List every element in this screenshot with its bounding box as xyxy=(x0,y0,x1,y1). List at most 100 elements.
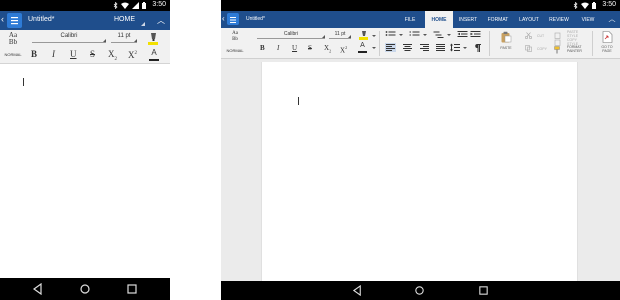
wifi-icon xyxy=(121,2,129,9)
subscript-button[interactable]: X2 xyxy=(108,48,117,62)
status-bar: 3:50 xyxy=(221,0,620,11)
back-chevron-icon[interactable]: ‹ xyxy=(1,14,4,24)
font-size-value: 11 pt xyxy=(334,31,346,37)
go-to-page-label: GO TO PAGE xyxy=(601,45,613,53)
style-gallery-button[interactable]: Aa Bb NORMAL xyxy=(224,31,246,57)
align-center-icon[interactable] xyxy=(402,43,413,52)
collapse-ribbon-icon[interactable]: ︿ xyxy=(604,11,620,28)
increase-indent-icon[interactable] xyxy=(470,30,481,39)
ribbon: Aa Bb NORMAL Calibri 11 pt B I U S X2 X2… xyxy=(221,28,620,59)
copy-label: COPY xyxy=(537,47,547,51)
font-color-button[interactable]: A xyxy=(358,42,367,53)
paste-button[interactable]: PASTE xyxy=(497,31,515,50)
highlight-pen-icon[interactable] xyxy=(358,31,370,40)
font-color-button[interactable]: A xyxy=(149,48,159,61)
paste-style-icon[interactable] xyxy=(554,32,561,39)
align-left-icon[interactable] xyxy=(385,43,396,52)
cut-icon[interactable] xyxy=(525,32,532,39)
multilevel-list-dropdown-icon[interactable] xyxy=(447,34,451,36)
tab-file[interactable]: FILE xyxy=(399,11,421,28)
line-spacing-icon[interactable] xyxy=(450,43,461,52)
ribbon: Aa Bb NORMAL Calibri 11 pt B I U S X2 X2… xyxy=(0,30,170,64)
bluetooth-icon xyxy=(573,2,578,9)
paragraph-marks-icon[interactable] xyxy=(472,43,483,52)
status-time: 3:50 xyxy=(152,1,166,8)
back-chevron-icon[interactable]: ‹ xyxy=(222,14,225,23)
go-to-page-button[interactable]: GO TO PAGE xyxy=(597,31,617,53)
status-time: 3:50 xyxy=(602,1,616,8)
font-size-value: 11 pt xyxy=(117,33,131,39)
nav-recents-icon[interactable] xyxy=(478,285,490,297)
text-cursor xyxy=(298,97,299,105)
font-name-dropdown[interactable]: Calibri xyxy=(257,31,325,39)
paste-label: PASTE xyxy=(500,46,512,50)
document-title[interactable]: Untitled* xyxy=(28,16,54,23)
text-cursor xyxy=(23,78,24,86)
style-name: NORMAL xyxy=(226,48,244,53)
tab-home[interactable]: HOME xyxy=(425,11,453,28)
superscript-button[interactable]: X2 xyxy=(340,43,347,54)
justify-icon[interactable] xyxy=(435,43,446,52)
italic-button[interactable]: I xyxy=(277,43,279,53)
tab-insert[interactable]: INSERT xyxy=(456,11,480,28)
font-size-dropdown[interactable]: 11 pt xyxy=(329,31,351,39)
superscript-button[interactable]: X2 xyxy=(128,48,137,60)
decrease-indent-icon[interactable] xyxy=(457,30,468,39)
style-preview: Aa Bb xyxy=(8,31,18,46)
android-nav-bar xyxy=(0,278,170,300)
multilevel-list-icon[interactable] xyxy=(433,30,444,39)
copy-style-icon[interactable] xyxy=(554,39,561,46)
font-color-dropdown-icon[interactable] xyxy=(372,47,376,49)
document-menu-icon[interactable] xyxy=(227,13,239,25)
wifi-icon xyxy=(581,2,589,9)
tab-view[interactable]: VIEW xyxy=(577,11,599,28)
nav-home-icon[interactable] xyxy=(79,283,91,295)
dropdown-corner-icon xyxy=(141,22,145,26)
align-right-icon[interactable] xyxy=(419,43,430,52)
app-bar: ‹ Untitled* HOME ︿ xyxy=(0,11,170,30)
nav-back-icon[interactable] xyxy=(352,285,364,297)
bold-button[interactable]: B xyxy=(260,43,265,53)
copy-icon[interactable] xyxy=(525,45,532,52)
battery-icon xyxy=(592,2,596,9)
font-size-dropdown[interactable]: 11 pt xyxy=(111,33,137,43)
app-bar: ‹ Untitled* FILE HOME INSERT FORMAT LAYO… xyxy=(221,11,620,28)
numbered-list-icon[interactable] xyxy=(409,30,420,39)
font-name-dropdown[interactable]: Calibri xyxy=(32,33,106,43)
bulleted-list-icon[interactable] xyxy=(385,30,396,39)
tab-format[interactable]: FORMAT xyxy=(485,11,511,28)
style-gallery-button[interactable]: Aa Bb NORMAL xyxy=(1,32,25,62)
italic-button[interactable]: I xyxy=(52,48,55,60)
format-painter-icon[interactable] xyxy=(554,46,562,54)
bulleted-list-dropdown-icon[interactable] xyxy=(399,34,403,36)
ribbon-tab-selector[interactable]: HOME xyxy=(114,16,135,23)
highlight-pen-icon[interactable] xyxy=(146,32,160,45)
nav-home-icon[interactable] xyxy=(414,285,426,297)
strikethrough-button[interactable]: S xyxy=(90,48,95,60)
subscript-button[interactable]: X2 xyxy=(324,43,331,53)
phone-screen: 3:50 ‹ Untitled* HOME ︿ Aa Bb NORMAL Cal… xyxy=(0,0,170,300)
tab-review[interactable]: REVIEW xyxy=(546,11,572,28)
style-name: NORMAL xyxy=(4,52,22,57)
tab-layout[interactable]: LAYOUT xyxy=(516,11,542,28)
underline-button[interactable]: U xyxy=(292,43,297,53)
document-canvas[interactable] xyxy=(0,65,170,278)
document-page[interactable] xyxy=(261,62,578,281)
bold-button[interactable]: B xyxy=(31,48,37,60)
document-menu-icon[interactable] xyxy=(7,13,22,28)
document-title[interactable]: Untitled* xyxy=(246,16,265,22)
android-nav-bar xyxy=(221,281,620,300)
bluetooth-icon xyxy=(113,2,118,9)
line-spacing-dropdown-icon[interactable] xyxy=(463,47,467,49)
style-preview: Aa Bb xyxy=(232,31,238,42)
collapse-ribbon-icon[interactable]: ︿ xyxy=(152,11,170,30)
nav-recents-icon[interactable] xyxy=(126,283,138,295)
format-painter-label: FORMAT PAINTER xyxy=(567,45,582,53)
strikethrough-button[interactable]: S xyxy=(308,43,312,53)
numbered-list-dropdown-icon[interactable] xyxy=(423,34,427,36)
nav-back-icon[interactable] xyxy=(32,283,44,295)
document-canvas-area xyxy=(221,59,620,281)
underline-button[interactable]: U xyxy=(70,48,77,60)
highlight-dropdown-icon[interactable] xyxy=(372,35,376,37)
status-bar: 3:50 xyxy=(0,0,170,11)
